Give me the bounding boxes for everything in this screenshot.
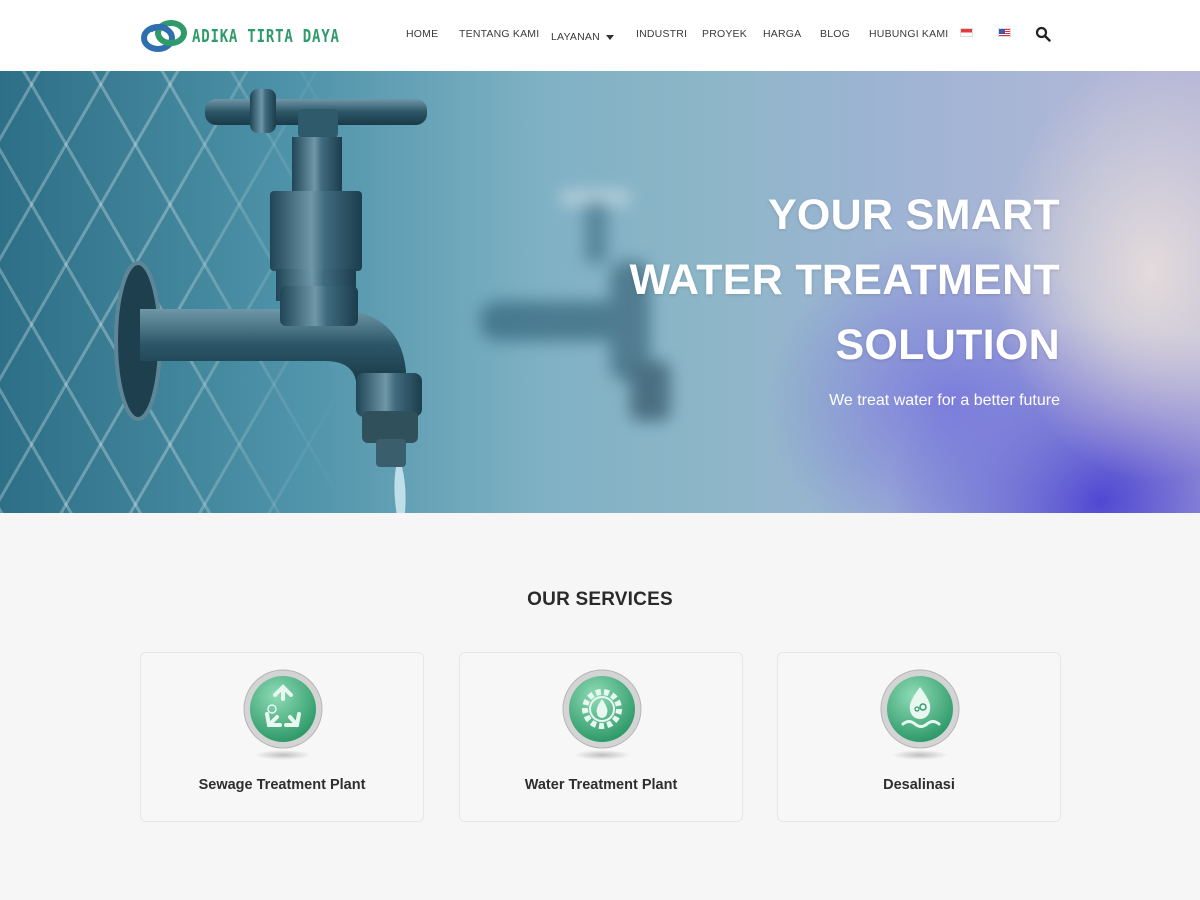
- hero-title-line-2: WATER TREATMENT: [629, 256, 1060, 304]
- service-card-water-treatment[interactable]: Water Treatment Plant: [459, 652, 743, 822]
- hero-title-line-3: SOLUTION: [835, 321, 1060, 369]
- hero-subtitle: We treat water for a better future: [829, 392, 1060, 409]
- service-card-desalinasi[interactable]: Desalinasi: [777, 652, 1061, 822]
- drop-wave-icon: [880, 669, 960, 760]
- hero-title: YOUR SMART WATER TREATMENT SOLUTION: [500, 183, 1060, 378]
- nav-home[interactable]: HOME: [406, 22, 438, 46]
- service-label: Water Treatment Plant: [524, 777, 678, 793]
- nav-harga[interactable]: HARGA: [763, 22, 801, 46]
- search-icon[interactable]: [1035, 26, 1051, 42]
- brand-logo[interactable]: ADIKA TIRTA DAYA: [140, 16, 381, 56]
- chevron-down-icon: [605, 34, 614, 40]
- nav-layanan-label: LAYANAN: [551, 31, 600, 43]
- hero-banner: YOUR SMART WATER TREATMENT SOLUTION We t…: [0, 71, 1200, 513]
- nav-layanan[interactable]: LAYANAN: [551, 25, 614, 49]
- us-flag-icon[interactable]: [998, 28, 1011, 37]
- hero-title-line-1: YOUR SMART: [767, 191, 1060, 239]
- service-card-sewage[interactable]: Sewage Treatment Plant: [140, 652, 424, 822]
- nav-hubungi-kami[interactable]: HUBUNGI KAMI: [869, 22, 948, 46]
- service-label: Sewage Treatment Plant: [198, 777, 366, 793]
- nav-industri[interactable]: INDUSTRI: [636, 22, 687, 46]
- services-heading: OUR SERVICES: [527, 589, 673, 610]
- logo-rings-icon: [141, 20, 187, 52]
- recycle-icon: [243, 669, 323, 760]
- service-label: Desalinasi: [883, 777, 955, 793]
- nav-blog[interactable]: BLOG: [820, 22, 850, 46]
- nav-tentang-kami[interactable]: TENTANG KAMI: [459, 22, 539, 46]
- gear-drop-icon: [562, 669, 642, 760]
- indonesia-flag-icon[interactable]: [960, 28, 973, 37]
- site-header: ADIKA TIRTA DAYA HOME TENTANG KAMI LAYAN…: [0, 0, 1200, 71]
- brand-name: ADIKA TIRTA DAYA: [192, 25, 340, 47]
- faucet-image: [114, 89, 427, 513]
- nav-proyek[interactable]: PROYEK: [702, 22, 747, 46]
